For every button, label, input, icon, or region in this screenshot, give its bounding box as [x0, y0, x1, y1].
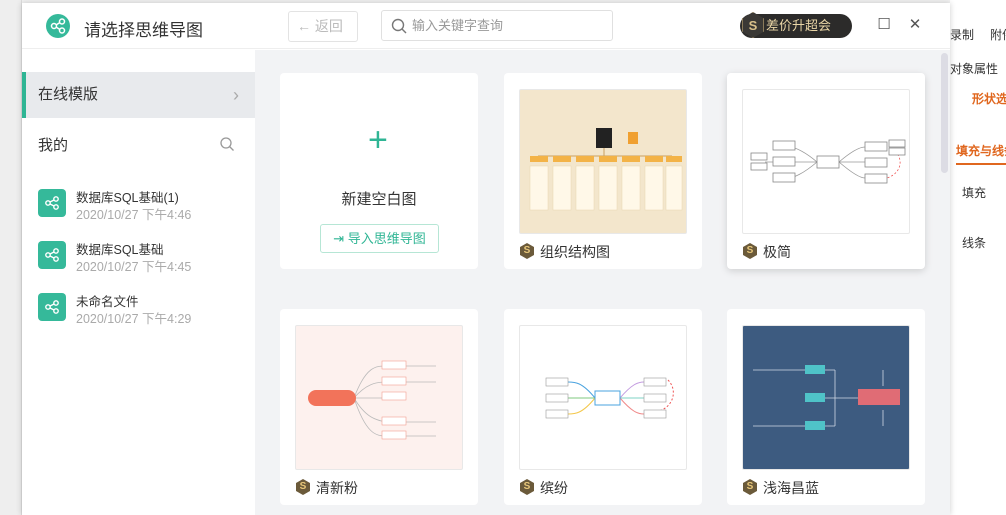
- chevron-right-icon: ›: [233, 85, 239, 105]
- mindmap-file-icon: [38, 293, 66, 321]
- import-icon: ⇥: [333, 231, 348, 246]
- file-date: 2020/10/27 下午4:45: [76, 260, 192, 274]
- scrollbar[interactable]: [941, 53, 948, 173]
- new-blank-label: 新建空白图: [341, 191, 417, 208]
- attach-button: 附件: [990, 28, 1006, 42]
- close-button[interactable]: ✕: [905, 15, 925, 35]
- template-card[interactable]: S 缤纷: [504, 309, 702, 505]
- template-card[interactable]: S 极简: [727, 73, 925, 269]
- template-thumbnail: [519, 325, 687, 470]
- vip-s-icon: S: [742, 12, 764, 38]
- mindmap-dialog: 请选择思维导图 ← 返回 输入关键字查询 S 差价升超会 ☐ ✕ 在线模版 › 我的…: [22, 3, 950, 515]
- search-input[interactable]: 输入关键字查询: [381, 10, 613, 41]
- sidebar: 在线模版 › 我的 数据库SQL基础(1) 2020/10/27 下午4:46 数据…: [22, 50, 255, 515]
- search-icon: [391, 18, 407, 34]
- template-name: S 缤纷: [520, 478, 568, 498]
- fill-section: 填充: [962, 186, 987, 200]
- premium-coin-icon: S: [520, 243, 534, 259]
- search-icon[interactable]: [219, 136, 235, 152]
- template-card[interactable]: S 组织结构图: [504, 73, 702, 269]
- sidebar-item-mine[interactable]: 我的: [38, 134, 68, 155]
- fill-line-tab: 填充与线条: [956, 142, 1006, 165]
- template-card[interactable]: S 浅海昌蓝: [727, 309, 925, 505]
- back-button[interactable]: ← 返回: [288, 11, 358, 42]
- background-app-left: [0, 0, 22, 515]
- premium-coin-icon: S: [296, 479, 310, 495]
- premium-coin-icon: S: [520, 479, 534, 495]
- online-label: 在线模版: [38, 86, 99, 103]
- file-date: 2020/10/27 下午4:29: [76, 312, 192, 326]
- dialog-title: 请选择思维导图: [84, 21, 203, 40]
- import-mindmap-button[interactable]: ⇥ 导入思维导图: [320, 224, 439, 253]
- template-thumbnail: [519, 89, 687, 234]
- file-item[interactable]: 数据库SQL基础 2020/10/27 下午4:45: [38, 239, 248, 279]
- template-name: S 清新粉: [296, 478, 358, 498]
- premium-coin-icon: S: [743, 243, 757, 259]
- mindmap-file-icon: [38, 189, 66, 217]
- search-placeholder: 输入关键字查询: [412, 18, 504, 33]
- import-label: 导入思维导图: [347, 231, 426, 246]
- record-button: 录制: [950, 28, 975, 42]
- template-name: S 浅海昌蓝: [743, 478, 819, 498]
- mindmap-file-icon: [38, 241, 66, 269]
- promo-badge[interactable]: S 差价升超会: [740, 12, 852, 38]
- maximize-button[interactable]: ☐: [874, 15, 894, 35]
- template-grid: + 新建空白图 ⇥ 导入思维导图 S 组织结构图 S 极简 S 清新粉 S 缤纷 S 浅海…: [255, 50, 950, 515]
- file-item[interactable]: 未命名文件 2020/10/27 下午4:29: [38, 291, 248, 331]
- plus-icon: +: [368, 121, 388, 159]
- premium-coin-icon: S: [743, 479, 757, 495]
- shape-tab: 形状选项: [972, 92, 1006, 106]
- background-app-panel: 录制 附件 对象属性 形状选项 填充与线条 填充 线条: [950, 0, 1006, 515]
- template-thumbnail: [742, 89, 910, 234]
- dialog-header: 请选择思维导图 ← 返回 输入关键字查询 S 差价升超会 ☐ ✕: [22, 3, 950, 49]
- new-blank-card[interactable]: + 新建空白图 ⇥ 导入思维导图: [280, 73, 478, 269]
- object-props: 对象属性: [950, 62, 999, 76]
- line-section: 线条: [962, 236, 987, 250]
- promo-label: 差价升超会: [766, 18, 832, 33]
- file-item[interactable]: 数据库SQL基础(1) 2020/10/27 下午4:46: [38, 187, 248, 227]
- mindmap-logo-icon: [46, 14, 70, 38]
- sidebar-item-online-templates[interactable]: 在线模版 ›: [22, 72, 255, 118]
- template-name: S 极简: [743, 242, 791, 262]
- template-thumbnail: [742, 325, 910, 470]
- template-thumbnail: [295, 325, 463, 470]
- file-date: 2020/10/27 下午4:46: [76, 208, 192, 222]
- template-name: S 组织结构图: [520, 242, 610, 262]
- template-card[interactable]: S 清新粉: [280, 309, 478, 505]
